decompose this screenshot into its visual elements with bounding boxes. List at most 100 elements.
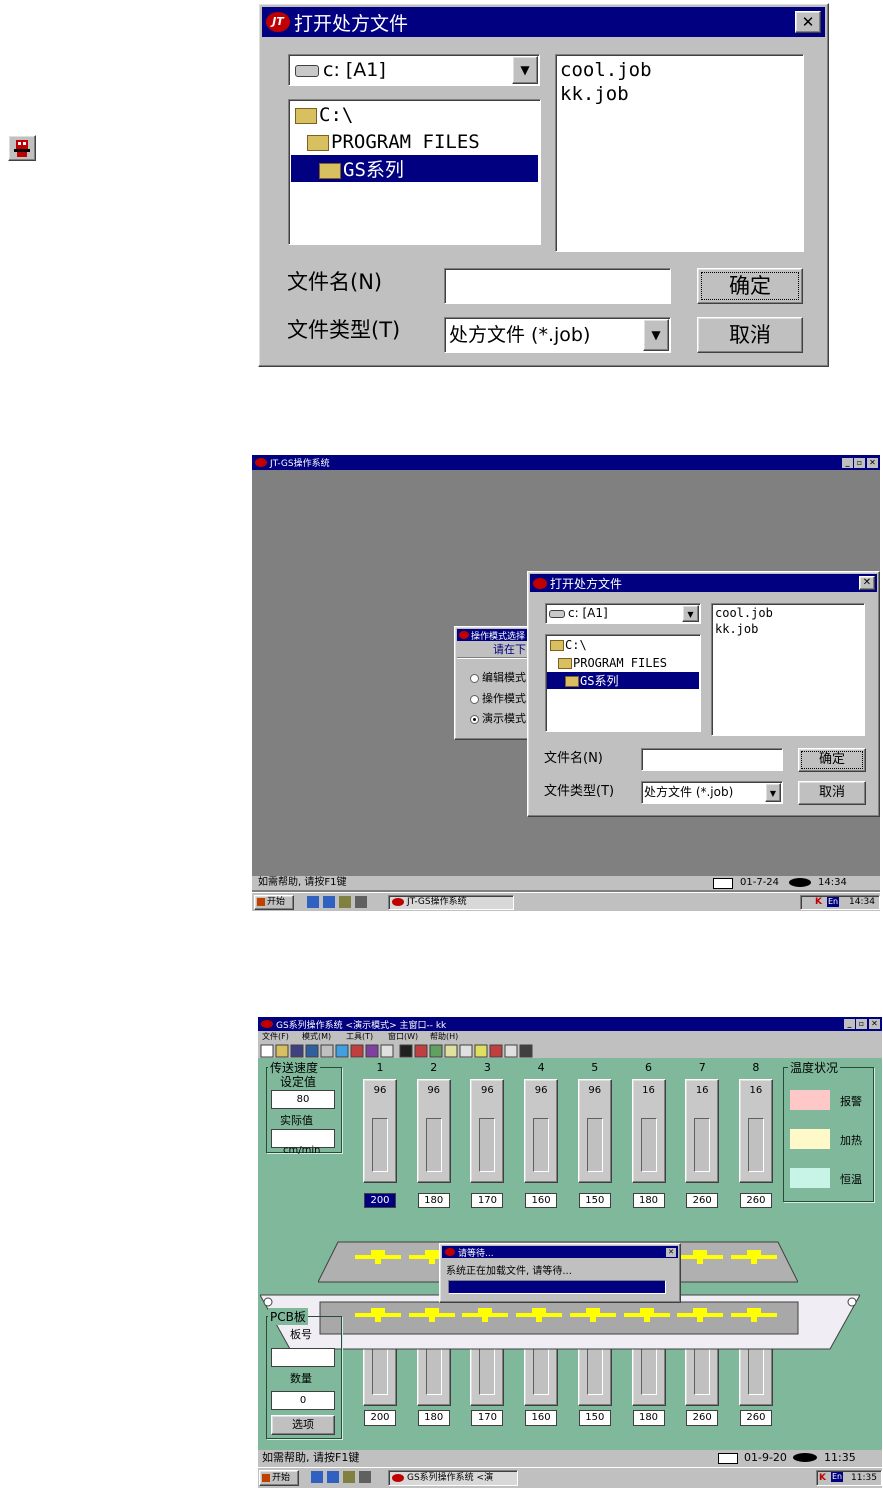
drive-select[interactable]: c: [A1] ▼	[288, 54, 540, 86]
quicklaunch-icons[interactable]	[311, 1471, 376, 1483]
lower-heater-temp[interactable]: 260	[686, 1410, 719, 1426]
upper-heater-temp[interactable]: 260	[686, 1193, 719, 1208]
minimize-icon[interactable]: _	[844, 1019, 855, 1029]
upper-heater-temp[interactable]: 160	[525, 1193, 558, 1208]
menu-window[interactable]: 窗口(W)	[388, 1031, 418, 1042]
lower-heater-element	[569, 1308, 616, 1324]
upper-heater-temp[interactable]: 200	[364, 1193, 396, 1208]
file-item[interactable]: kk.job	[560, 83, 629, 105]
app-logo-icon: JT	[266, 12, 290, 32]
taskbar-task-button[interactable]: GS系列操作系统 <演	[388, 1470, 518, 1486]
pcb-qty-label: 数量	[290, 1372, 312, 1385]
ime-k-icon[interactable]: K	[815, 896, 822, 909]
close-icon[interactable]: ✕	[869, 1019, 880, 1029]
mode-option-edit[interactable]: 编辑模式	[470, 669, 526, 685]
upper-heater-meter[interactable]: 96	[363, 1079, 397, 1183]
heater-slot	[640, 1118, 657, 1172]
ime-en-icon[interactable]: En	[831, 1472, 844, 1482]
menu-mode[interactable]: 模式(M)	[302, 1031, 331, 1042]
mode-option-demo[interactable]: 演示模式	[470, 710, 526, 726]
close-icon[interactable]: ✕	[795, 11, 821, 33]
ime-k-icon[interactable]: K	[819, 1471, 826, 1485]
file-item[interactable]: cool.job	[560, 59, 652, 81]
ok-button[interactable]: 确定	[697, 268, 803, 304]
robot-icon[interactable]	[8, 135, 36, 161]
mode-option-operate[interactable]: 操作模式	[470, 690, 526, 706]
folder-item[interactable]: PROGRAM FILES	[558, 656, 667, 670]
upper-heater-temp[interactable]: 180	[632, 1193, 665, 1208]
upper-heater-temp[interactable]: 260	[739, 1193, 772, 1208]
folder-item[interactable]: PROGRAM FILES	[307, 131, 480, 153]
menu-file[interactable]: 文件(F)	[262, 1031, 289, 1042]
filename-input[interactable]	[444, 268, 671, 304]
folder-item[interactable]: C:\	[550, 638, 587, 652]
drive-select[interactable]: c: [A1] ▼	[545, 603, 701, 624]
folder-item[interactable]: C:\	[295, 104, 353, 126]
chevron-down-icon[interactable]: ▼	[512, 56, 538, 84]
upper-heater-temp[interactable]: 180	[417, 1193, 450, 1208]
speed-set-value[interactable]: 80	[271, 1090, 335, 1109]
upper-heater-meter[interactable]: 96	[524, 1079, 559, 1183]
upper-heater-meter[interactable]: 16	[685, 1079, 720, 1183]
please-wait-dialog: 请等待... ✕ 系统正在加载文件, 请等待...	[439, 1243, 681, 1303]
restore-icon[interactable]: ▫	[854, 457, 865, 468]
chevron-down-icon[interactable]: ▼	[643, 319, 669, 351]
folder-item-selected[interactable]: GS系列	[547, 672, 699, 689]
pcb-board-input[interactable]	[271, 1348, 335, 1367]
filetype-label: 文件类型(T)	[287, 318, 401, 342]
temp-status-label: 温度状况	[788, 1059, 841, 1076]
status-time: 11:35	[824, 1451, 856, 1464]
close-icon[interactable]: ✕	[859, 576, 875, 590]
restore-icon[interactable]: ▫	[856, 1019, 867, 1029]
menu-tools[interactable]: 工具(T)	[346, 1031, 373, 1042]
filetype-select[interactable]: 处方文件 (*.job) ▼	[444, 317, 671, 353]
zone-label: 3	[483, 1061, 491, 1074]
zone-label: 6	[645, 1061, 652, 1074]
lower-heater-temp[interactable]: 180	[632, 1410, 665, 1426]
close-icon[interactable]: ✕	[867, 457, 878, 468]
upper-heater-temp[interactable]: 170	[471, 1193, 504, 1208]
folder-item-selected[interactable]: GS系列	[291, 155, 538, 182]
close-icon[interactable]: ✕	[666, 1247, 676, 1257]
filename-input[interactable]	[641, 748, 783, 771]
file-list[interactable]: cool.job kk.job	[711, 603, 865, 736]
upper-heater-meter[interactable]: 96	[577, 1079, 612, 1183]
lower-heater-temp[interactable]: 150	[578, 1410, 611, 1426]
chevron-down-icon[interactable]: ▼	[765, 783, 781, 802]
open-folder-icon	[295, 107, 317, 124]
cancel-button[interactable]: 取消	[697, 317, 803, 353]
lower-heater-temp[interactable]: 260	[739, 1410, 772, 1426]
pcb-qty-input[interactable]: 0	[271, 1391, 335, 1410]
file-item[interactable]: kk.job	[715, 622, 758, 636]
ok-button[interactable]: 确定	[798, 748, 866, 772]
chevron-down-icon[interactable]: ▼	[682, 605, 699, 622]
lower-heater-temp[interactable]: 160	[525, 1410, 558, 1426]
lower-heater-temp[interactable]: 180	[417, 1410, 450, 1426]
taskbar-task-button[interactable]: JT-GS操作系统	[388, 895, 514, 910]
folder-list[interactable]: C:\ PROGRAM FILES GS系列	[288, 99, 541, 245]
status-date: 01-7-24	[740, 877, 780, 888]
start-button[interactable]: 开始	[254, 895, 294, 910]
lower-heater-temp[interactable]: 170	[471, 1410, 504, 1426]
ime-en-icon[interactable]: En	[827, 897, 840, 907]
folder-list[interactable]: C:\ PROGRAM FILES GS系列	[545, 634, 701, 732]
upper-heater-meter[interactable]: 16	[631, 1079, 666, 1183]
upper-heater-meter[interactable]: 96	[470, 1079, 505, 1183]
filetype-select[interactable]: 处方文件 (*.job) ▼	[641, 781, 783, 804]
minimize-icon[interactable]: _	[842, 457, 853, 468]
filename-label: 文件名(N)	[287, 270, 383, 294]
start-button[interactable]: 开始	[259, 1470, 299, 1486]
menu-help[interactable]: 帮助(H)	[430, 1031, 458, 1042]
file-list[interactable]: cool.job kk.job	[555, 54, 804, 252]
upper-heater-meter[interactable]: 16	[738, 1079, 773, 1183]
upper-heater-element	[355, 1250, 401, 1264]
zone-label: 7	[698, 1061, 706, 1074]
upper-heater-meter[interactable]: 96	[416, 1079, 451, 1183]
options-button[interactable]: 选项	[271, 1415, 335, 1435]
status-help: 如需帮助, 请按F1键	[258, 877, 347, 888]
cancel-button[interactable]: 取消	[798, 781, 866, 805]
quicklaunch-icons[interactable]	[307, 896, 372, 908]
lower-heater-temp[interactable]: 200	[364, 1410, 396, 1426]
file-item[interactable]: cool.job	[715, 606, 773, 620]
upper-heater-temp[interactable]: 150	[578, 1193, 611, 1208]
